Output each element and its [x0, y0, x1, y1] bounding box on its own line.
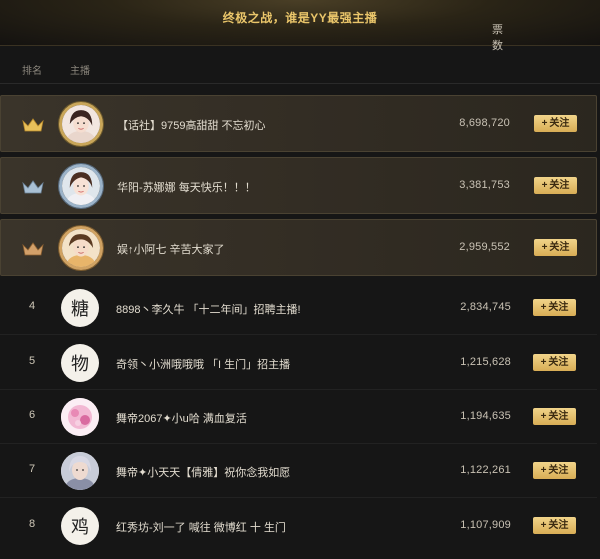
avatar[interactable]	[59, 164, 103, 208]
rank-number: 5	[28, 355, 36, 367]
follow-button[interactable]: + 关注	[533, 517, 576, 534]
plus-icon: +	[541, 242, 548, 253]
anchor-name[interactable]: 娱↑小阿七 辛苦大家了	[117, 241, 225, 257]
avatar[interactable]	[61, 452, 99, 490]
avatar[interactable]	[59, 226, 103, 270]
follow-button[interactable]: + 关注	[534, 115, 577, 132]
avatar[interactable]: 糖	[61, 289, 99, 327]
plus-icon: +	[540, 520, 547, 531]
plus-icon: +	[541, 118, 548, 129]
avatar[interactable]: 物	[61, 344, 99, 382]
follow-button[interactable]: + 关注	[533, 408, 576, 425]
column-header-votes: 票数	[492, 24, 504, 52]
follow-button[interactable]: + 关注	[533, 462, 576, 479]
anchor-name[interactable]: 舞帝✦小天天【倩雅】祝你念我如愿	[116, 464, 290, 480]
vote-count: 2,834,745	[460, 301, 511, 313]
plus-icon: +	[540, 302, 547, 313]
vote-count: 3,381,753	[459, 179, 510, 191]
table-row: 【话社】9759高甜甜 不忘初心 8,698,720 + 关注	[0, 95, 597, 152]
silver-crown-icon	[22, 180, 44, 194]
avatar[interactable]	[59, 102, 103, 146]
vote-count: 1,194,635	[460, 410, 511, 422]
plus-icon: +	[540, 465, 547, 476]
follow-button[interactable]: + 关注	[533, 299, 576, 316]
table-row: 8 鸡 红秀坊-刘一了 喊往 微博红 十 生门 1,107,909 + 关注	[0, 498, 597, 555]
plus-icon: +	[540, 357, 547, 368]
vote-count: 1,122,261	[460, 464, 511, 476]
table-row: 5 物 奇领丶小洲哦哦哦 「I 生门」招主播 1,215,628 + 关注	[0, 335, 597, 392]
table-row: 华阳-苏娜娜 每天快乐！！！ 3,381,753 + 关注	[0, 157, 597, 214]
anchor-name[interactable]: 华阳-苏娜娜 每天快乐！！！	[117, 179, 256, 195]
vote-count: 1,215,628	[460, 356, 511, 368]
column-header-rank: 排名	[22, 66, 42, 77]
column-header-anchor: 主播	[70, 66, 90, 77]
rank-number: 7	[28, 463, 36, 475]
avatar-glyph: 鸡	[71, 517, 89, 538]
follow-button[interactable]: + 关注	[533, 354, 576, 371]
anchor-name[interactable]: 8898丶李久牛 「十二年间」招聘主播!	[116, 301, 301, 317]
follow-button[interactable]: + 关注	[534, 177, 577, 194]
rank-number: 6	[28, 409, 36, 421]
table-row: 7 舞帝✦小天天【倩雅】祝你念我如愿 1,122,261 + 关注	[0, 443, 597, 500]
gold-crown-icon	[22, 118, 44, 132]
anchor-name[interactable]: 红秀坊-刘一了 喊往 微博红 十 生门	[116, 519, 286, 535]
avatar[interactable]: 鸡	[61, 507, 99, 545]
anchor-name[interactable]: 舞帝2067✦小u哈 满血复活	[116, 410, 247, 426]
avatar[interactable]	[61, 398, 99, 436]
bronze-crown-icon	[22, 242, 44, 256]
plus-icon: +	[540, 411, 547, 422]
vote-count: 8,698,720	[459, 117, 510, 129]
vote-count: 2,959,552	[459, 241, 510, 253]
follow-button[interactable]: + 关注	[534, 239, 577, 256]
anchor-name[interactable]: 奇领丶小洲哦哦哦 「I 生门」招主播	[116, 356, 290, 372]
table-row: 娱↑小阿七 辛苦大家了 2,959,552 + 关注	[0, 219, 597, 276]
table-row: 4 糖 8898丶李久牛 「十二年间」招聘主播! 2,834,745 + 关注	[0, 280, 597, 337]
avatar-glyph: 物	[71, 354, 89, 375]
rank-number: 4	[28, 300, 36, 312]
table-row: 6 舞帝2067✦小u哈 满血复活 1,194,635 + 关注	[0, 389, 597, 446]
rank-number: 8	[28, 518, 36, 530]
header-divider	[0, 83, 600, 84]
vote-count: 1,107,909	[460, 519, 511, 531]
anchor-name[interactable]: 【话社】9759高甜甜 不忘初心	[117, 117, 266, 133]
avatar-glyph: 糖	[71, 299, 89, 320]
plus-icon: +	[541, 180, 548, 191]
